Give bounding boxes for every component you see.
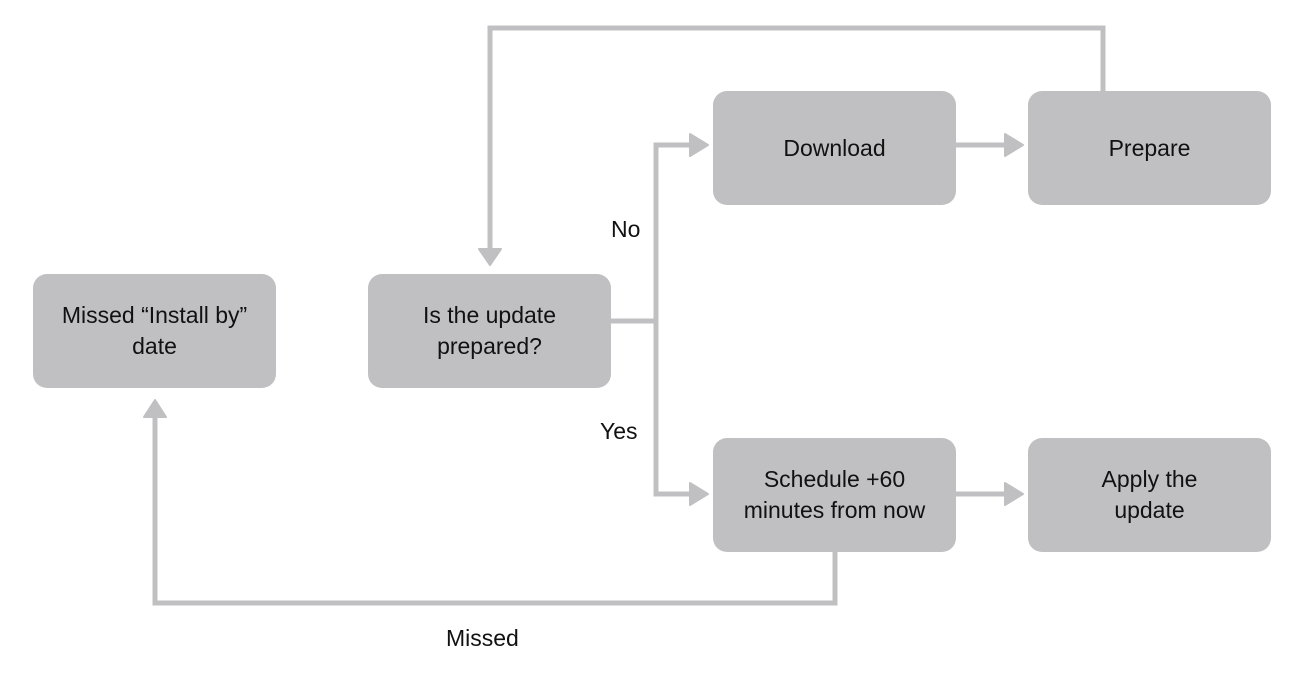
connector-no-branch: [653, 142, 692, 321]
node-schedule: Schedule +60 minutes from now: [713, 438, 956, 552]
node-download: Download: [713, 91, 956, 205]
node-apply-update: Apply the update: [1028, 438, 1271, 552]
edge-label-missed: Missed: [446, 625, 519, 651]
node-label: Download: [783, 134, 886, 161]
arrowhead-up: [143, 399, 167, 418]
arrowhead-right-download: [689, 133, 709, 157]
edge-label-yes: Yes: [600, 418, 638, 444]
node-label: Missed “Install by” date: [61, 302, 248, 359]
arrowhead-right-apply: [1004, 482, 1024, 506]
node-label: Is the update prepared?: [423, 302, 556, 359]
flowchart: Missed “Install by” date Is the update p…: [0, 0, 1303, 673]
node-label: Prepare: [1108, 134, 1191, 161]
node-label: Schedule +60 minutes from now: [743, 466, 926, 523]
node-is-update-prepared: Is the update prepared?: [368, 274, 611, 388]
node-label: Apply the update: [1101, 466, 1198, 523]
arrowhead-down: [478, 248, 502, 266]
connector-yes-branch: [653, 321, 692, 497]
node-missed-install-by-date: Missed “Install by” date: [33, 274, 276, 388]
edge-label-no: No: [611, 216, 641, 242]
arrowhead-right-prepare: [1004, 133, 1024, 157]
arrowhead-right-schedule: [689, 482, 709, 506]
node-prepare: Prepare: [1028, 91, 1271, 205]
